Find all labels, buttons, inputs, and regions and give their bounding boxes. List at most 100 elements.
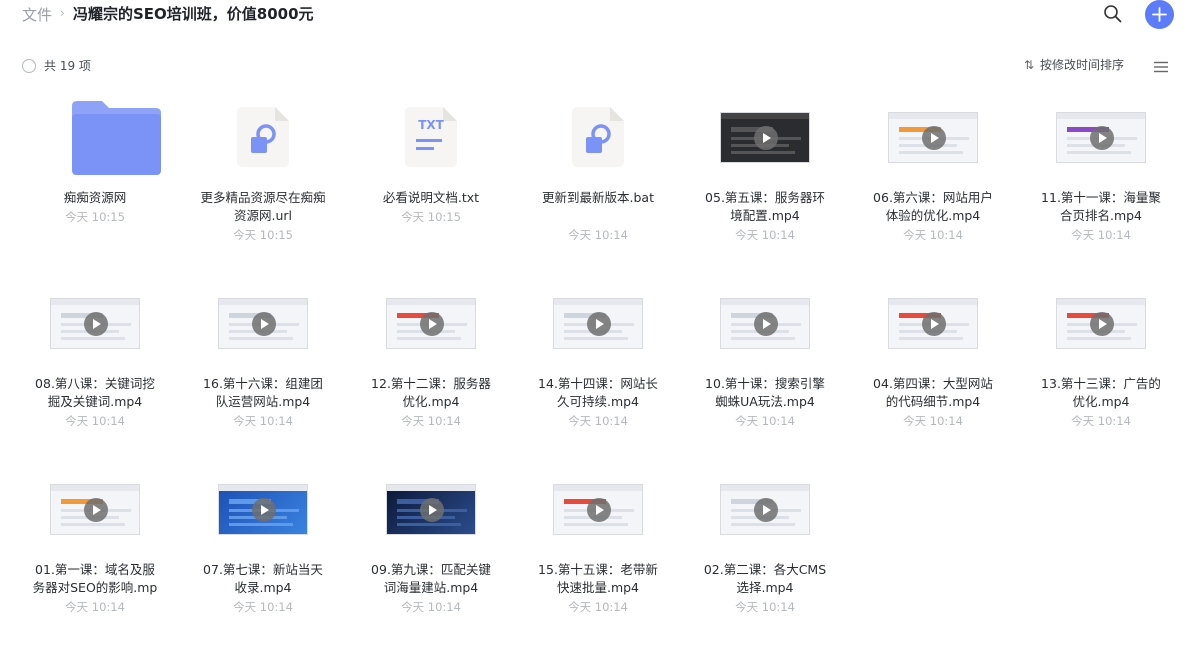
file-thumbnail [356,278,506,364]
play-icon [922,126,946,150]
video-thumbnail [50,298,140,349]
video-thumbnail [720,112,810,163]
file-modified-time: 今天 10:14 [735,414,795,428]
video-thumbnail [720,298,810,349]
sort-icon: ⇅ [1024,58,1035,72]
play-icon [420,312,444,336]
file-item[interactable]: 14.第十四课：网站长久可持续.mp4 今天 10:14 [523,278,673,448]
file-name: 16.第十六课：组建团队运营网站.mp4 [203,376,323,409]
file-modified-time: 今天 10:14 [568,228,628,242]
file-thumbnail [690,278,840,364]
file-modified-time: 今天 10:14 [903,228,963,242]
file-item[interactable]: 09.第九课：匹配关键词海量建站.mp4 今天 10:14 [356,464,506,634]
file-modified-time: 今天 10:14 [65,414,125,428]
play-icon [1090,312,1114,336]
file-name: 必看说明文档.txt [382,190,480,205]
file-modified-time: 今天 10:14 [735,600,795,614]
file-thumbnail [188,278,338,364]
file-name: 09.第九课：匹配关键词海量建站.mp4 [371,562,491,595]
add-button[interactable] [1145,0,1174,29]
top-bar: 文件 › 冯耀宗的SEO培训班，价值8000元 [0,0,1185,30]
file-item[interactable]: 01.第一课：域名及服务器对SEO的影响.mp4 今天 10:14 [20,464,170,634]
search-button[interactable] [1102,3,1124,25]
file-name: 10.第十课：搜索引擎蜘蛛UA玩法.mp4 [705,376,825,409]
file-item[interactable]: 更多精品资源尽在痴痴资源网.url 今天 10:15 [188,92,338,262]
play-icon [252,312,276,336]
link-file-icon [572,107,624,167]
folder-icon [72,101,161,175]
link-file-icon [237,107,289,167]
video-thumbnail [720,484,810,535]
file-thumbnail: TXT [356,92,506,178]
sort-button[interactable]: ⇅ 按修改时间排序 [1024,56,1124,73]
play-icon [754,312,778,336]
toolbar: 共 19 项 ⇅ 按修改时间排序 [0,52,1185,78]
file-name: 13.第十三课：广告的优化.mp4 [1041,376,1161,409]
file-name: 02.第二课：各大CMS选择.mp4 [703,562,827,595]
list-view-button[interactable] [1154,58,1168,73]
file-item[interactable]: 痴痴资源网 今天 10:15 [20,92,170,262]
breadcrumb-root[interactable]: 文件 [22,4,52,25]
file-name: 更新到最新版本.bat [542,190,654,205]
file-thumbnail [523,278,673,364]
file-item[interactable]: 07.第七课：新站当天收录.mp4 今天 10:14 [188,464,338,634]
file-item[interactable]: 10.第十课：搜索引擎蜘蛛UA玩法.mp4 今天 10:14 [690,278,840,448]
file-item[interactable]: 11.第十一课：海量聚合页排名.mp4 今天 10:14 [1026,92,1176,262]
video-thumbnail [50,484,140,535]
txt-file-icon: TXT [405,107,457,167]
video-thumbnail [553,298,643,349]
select-all-checkbox[interactable] [22,59,36,73]
file-thumbnail [20,278,170,364]
file-item[interactable]: 13.第十三课：广告的优化.mp4 今天 10:14 [1026,278,1176,448]
file-thumbnail [1026,278,1176,364]
file-item[interactable]: 更新到最新版本.bat 今天 10:14 [523,92,673,262]
file-name: 12.第十二课：服务器优化.mp4 [371,376,491,409]
file-item[interactable]: TXT 必看说明文档.txt 今天 10:15 [356,92,506,262]
file-thumbnail [858,278,1008,364]
file-modified-time: 今天 10:14 [233,414,293,428]
video-thumbnail [218,298,308,349]
file-thumbnail [188,464,338,550]
file-modified-time: 今天 10:14 [401,414,461,428]
file-thumbnail [523,92,673,178]
file-name: 11.第十一课：海量聚合页排名.mp4 [1041,190,1161,223]
video-thumbnail [1056,112,1146,163]
file-modified-time: 今天 10:15 [401,210,461,224]
txt-icon-label: TXT [418,118,444,132]
file-modified-time: 今天 10:14 [568,600,628,614]
file-modified-time: 今天 10:15 [233,228,293,242]
file-item[interactable]: 15.第十五课：老带新快速批量.mp4 今天 10:14 [523,464,673,634]
file-item[interactable]: 02.第二课：各大CMS选择.mp4 今天 10:14 [690,464,840,634]
play-icon [252,498,276,522]
file-name: 06.第六课：网站用户体验的优化.mp4 [873,190,993,223]
play-icon [84,312,108,336]
file-item[interactable]: 16.第十六课：组建团队运营网站.mp4 今天 10:14 [188,278,338,448]
file-item[interactable]: 12.第十二课：服务器优化.mp4 今天 10:14 [356,278,506,448]
file-thumbnail [858,92,1008,178]
search-icon [1104,5,1122,23]
file-name: 07.第七课：新站当天收录.mp4 [203,562,323,595]
video-thumbnail [1056,298,1146,349]
file-name: 15.第十五课：老带新快速批量.mp4 [538,562,658,595]
video-thumbnail [888,298,978,349]
file-thumbnail [690,92,840,178]
file-name: 更多精品资源尽在痴痴资源网.url [200,190,326,223]
file-modified-time: 今天 10:14 [568,414,628,428]
play-icon [1090,126,1114,150]
file-thumbnail [188,92,338,178]
file-item[interactable]: 04.第四课：大型网站的代码细节.mp4 今天 10:14 [858,278,1008,448]
file-name: 01.第一课：域名及服务器对SEO的影响.mp4 [32,562,158,595]
item-count: 共 19 项 [44,59,91,73]
sort-label: 按修改时间排序 [1040,58,1125,72]
play-icon [84,498,108,522]
file-item[interactable]: 05.第五课：服务器环境配置.mp4 今天 10:14 [690,92,840,262]
file-name: 04.第四课：大型网站的代码细节.mp4 [873,376,993,409]
plus-icon [1152,7,1167,22]
play-icon [922,312,946,336]
file-thumbnail [20,464,170,550]
video-thumbnail [218,484,308,535]
file-item[interactable]: 08.第八课：关键词挖掘及关键词.mp4 今天 10:14 [20,278,170,448]
play-icon [754,126,778,150]
list-view-icon [1154,61,1168,73]
file-item[interactable]: 06.第六课：网站用户体验的优化.mp4 今天 10:14 [858,92,1008,262]
